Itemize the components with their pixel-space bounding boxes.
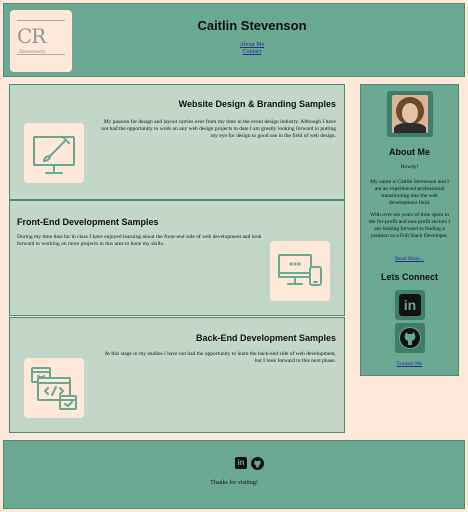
section-body: My passion for design and layout carries…	[101, 119, 336, 139]
section-title: Back-End Development Samples	[195, 333, 336, 343]
about-sidebar: About Me Howdy! My name is Caitlin Steve…	[360, 84, 459, 376]
devices-icon	[270, 241, 330, 301]
section-back-end: Back-End Development Samples At this sta…	[9, 317, 345, 433]
design-easel-icon	[24, 123, 84, 183]
github-button[interactable]	[395, 323, 425, 353]
linkedin-icon[interactable]: in	[235, 457, 247, 469]
github-icon	[399, 327, 421, 349]
page-title: Caitlin Stevenson	[197, 18, 307, 33]
section-body: During my time thus far in class I have …	[17, 234, 262, 247]
site-footer: in Thanks for visiting!	[3, 440, 465, 509]
code-windows-icon	[24, 358, 84, 418]
contact-me-link[interactable]: Contact Me	[367, 361, 452, 368]
section-web-design: Website Design & Branding Samples My pas…	[9, 84, 345, 200]
profile-photo	[392, 95, 428, 133]
greeting: Howdy!	[400, 164, 419, 170]
avatar	[387, 91, 433, 137]
footer-social: in	[235, 457, 267, 471]
github-icon[interactable]	[251, 457, 264, 470]
linkedin-button[interactable]: in	[395, 290, 425, 320]
bio-text: With over ten years of time spent in the…	[368, 212, 451, 239]
nav-link-contact[interactable]: Contact	[40, 49, 464, 56]
connect-title: Lets Connect	[380, 272, 438, 282]
linkedin-icon: in	[399, 294, 421, 316]
section-title: Front-End Development Samples	[17, 217, 159, 227]
about-title: About Me	[389, 147, 430, 157]
footer-thanks: Thanks for visiting!	[210, 480, 258, 486]
section-title: Website Design & Branding Samples	[178, 99, 336, 109]
site-header: CR Stevenson Caitlin Stevenson About Me …	[3, 3, 465, 77]
section-body: At this stage in my studies I have not h…	[104, 351, 336, 364]
read-more-link[interactable]: Read More...	[367, 256, 452, 263]
section-front-end: Front-End Development Samples During my …	[9, 200, 345, 316]
intro-text: My name is Caitlin Stevenson and I am an…	[370, 179, 449, 206]
main-nav: About Me Contact	[40, 42, 464, 56]
nav-link-about[interactable]: About Me	[40, 42, 464, 49]
